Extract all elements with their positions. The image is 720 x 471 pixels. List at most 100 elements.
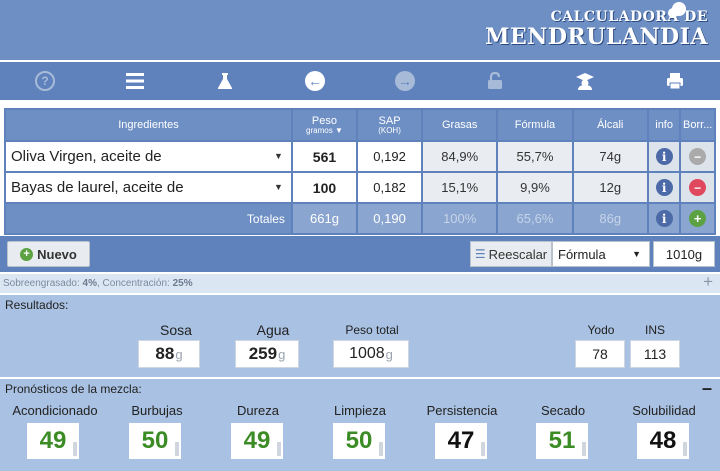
soda-label: Sosa (160, 322, 192, 338)
forward-button[interactable]: → (360, 62, 450, 100)
totals-fats: 100% (423, 204, 497, 233)
superfat-value: 4% (82, 278, 97, 289)
ingredient-select[interactable]: Bayas de laurel, aceite de ▼ (6, 173, 291, 202)
info-button[interactable]: i (648, 142, 680, 171)
lock-button[interactable] (450, 62, 540, 100)
solubility-number: 48 (649, 427, 677, 454)
alkali-value: 74g (573, 142, 647, 171)
bubbles-label: Burbujas (131, 403, 183, 418)
totals-info-button[interactable]: i (648, 204, 680, 233)
col-alkali[interactable]: Álcali (573, 110, 647, 140)
ingredient-name: Bayas de laurel, aceite de (11, 179, 184, 196)
plus-circle-icon: + (689, 210, 707, 227)
ingredients-table-wrap: Ingredientes Peso gramos ▼ SAP (KOH) Grasa… (4, 108, 716, 235)
col-formula[interactable]: Fórmula (498, 110, 572, 140)
col-sap-sub: (KOH) (378, 125, 401, 135)
rescale-mode-value: Fórmula (558, 246, 606, 262)
conditioning-level-bar (73, 442, 77, 456)
help-button[interactable]: ? (0, 62, 90, 100)
delete-button[interactable]: − (681, 142, 714, 171)
sap-input[interactable]: 0,182 (358, 173, 422, 202)
drying-level-bar (582, 442, 586, 456)
conditioning-value: 49 (27, 423, 79, 459)
table-header-row: Ingredientes Peso gramos ▼ SAP (KOH) Grasa… (6, 110, 714, 140)
info-icon: i (655, 179, 673, 196)
summary-bar[interactable]: Sobreengrasado: 4%, Concentración: 25% + (0, 272, 720, 293)
expand-icon[interactable]: + (703, 272, 713, 292)
longevity-value: 47 (435, 423, 487, 459)
weight-input[interactable]: 561 (292, 142, 356, 171)
rescale-mode-select[interactable]: Fórmula ▼ (552, 241, 650, 267)
rescale-amount-input[interactable]: 1010g (653, 241, 715, 267)
action-bar: + Nuevo ☰ Reescalar Fórmula ▼ 1010g (0, 236, 720, 272)
delete-button[interactable]: − (681, 173, 714, 202)
hardness-level-bar (277, 442, 281, 456)
lab-button[interactable] (180, 62, 270, 100)
unlock-icon (488, 72, 502, 89)
soda-number: 88 (155, 344, 175, 363)
cleansing-value: 50 (333, 423, 385, 459)
info-icon: i (655, 148, 673, 165)
col-ingredients[interactable]: Ingredientes (6, 110, 291, 140)
solubility-level-bar (683, 442, 687, 456)
tutorial-button[interactable] (540, 62, 630, 100)
info-button[interactable]: i (648, 173, 680, 202)
col-sap[interactable]: SAP (KOH) (358, 110, 422, 140)
back-arrow-icon: ← (305, 71, 325, 91)
hardness-value: 49 (231, 423, 283, 459)
logo-line-2: MENDRULANDIA (485, 24, 708, 50)
table-row: Oliva Virgen, aceite de ▼ 561 0,192 84,9%… (6, 142, 714, 171)
app-logo: CALCULADORA DE MENDRULANDIA (485, 2, 708, 50)
add-ingredient-button[interactable]: + (681, 204, 714, 233)
new-button[interactable]: + Nuevo (7, 241, 90, 267)
graduate-icon (576, 73, 594, 90)
fats-value: 15,1% (423, 173, 497, 202)
sap-input[interactable]: 0,192 (358, 142, 422, 171)
print-icon (667, 73, 683, 90)
total-weight-label: Peso total (345, 323, 399, 337)
menu-button[interactable] (90, 62, 180, 100)
bubbles-number: 50 (141, 427, 169, 454)
info-icon: i (655, 210, 673, 227)
alkali-value: 12g (573, 173, 647, 202)
totals-sap: 0,190 (358, 204, 422, 233)
total-weight-number: 1008 (349, 345, 385, 362)
back-button[interactable]: ← (270, 62, 360, 100)
col-info: info (648, 110, 680, 140)
sliders-icon: ☰ (474, 247, 486, 261)
water-value: 259 g (235, 340, 299, 368)
col-weight-label: Peso (311, 114, 337, 127)
minus-circle-icon: − (689, 148, 707, 165)
col-weight[interactable]: Peso gramos ▼ (292, 110, 356, 140)
rescale-button[interactable]: ☰ Reescalar (470, 241, 552, 267)
longevity-label: Persistencia (426, 403, 498, 418)
col-fats[interactable]: Grasas (423, 110, 497, 140)
results-panel: Resultados: Sosa 88 g Agua 259 g Peso tota… (0, 295, 720, 377)
totals-label: Totales (6, 204, 291, 233)
totals-row: Totales 661g 0,190 100% 65,6% 86g i + (6, 204, 714, 233)
longevity-level-bar (481, 442, 485, 456)
ingredient-select[interactable]: Oliva Virgen, aceite de ▼ (6, 142, 291, 171)
forecast-panel: Pronósticos de la mezcla: – Acondicionad… (0, 378, 720, 471)
logo-ball-icon (672, 2, 686, 16)
ingredients-table: Ingredientes Peso gramos ▼ SAP (KOH) Grasa… (4, 108, 716, 235)
concentration-label: Concentración: (102, 278, 170, 289)
dropdown-arrow-icon: ▼ (274, 182, 283, 192)
water-unit: g (278, 346, 286, 362)
ingredient-name: Oliva Virgen, aceite de (11, 148, 162, 165)
forward-arrow-icon: → (395, 71, 415, 91)
total-weight-value: 1008 g (333, 340, 409, 368)
conditioning-number: 49 (39, 427, 67, 454)
col-sap-label: SAP (378, 114, 401, 127)
collapse-icon[interactable]: – (702, 378, 712, 399)
print-button[interactable] (630, 62, 720, 100)
cleansing-level-bar (379, 442, 383, 456)
drying-label: Secado (540, 403, 586, 418)
water-number: 259 (248, 344, 278, 363)
flask-icon (217, 73, 233, 89)
totals-formula: 65,6% (498, 204, 572, 233)
cleansing-label: Limpieza (333, 403, 387, 418)
rescale-button-label: Reescalar (488, 246, 548, 262)
weight-input[interactable]: 100 (292, 173, 356, 202)
menu-icon (126, 73, 144, 89)
